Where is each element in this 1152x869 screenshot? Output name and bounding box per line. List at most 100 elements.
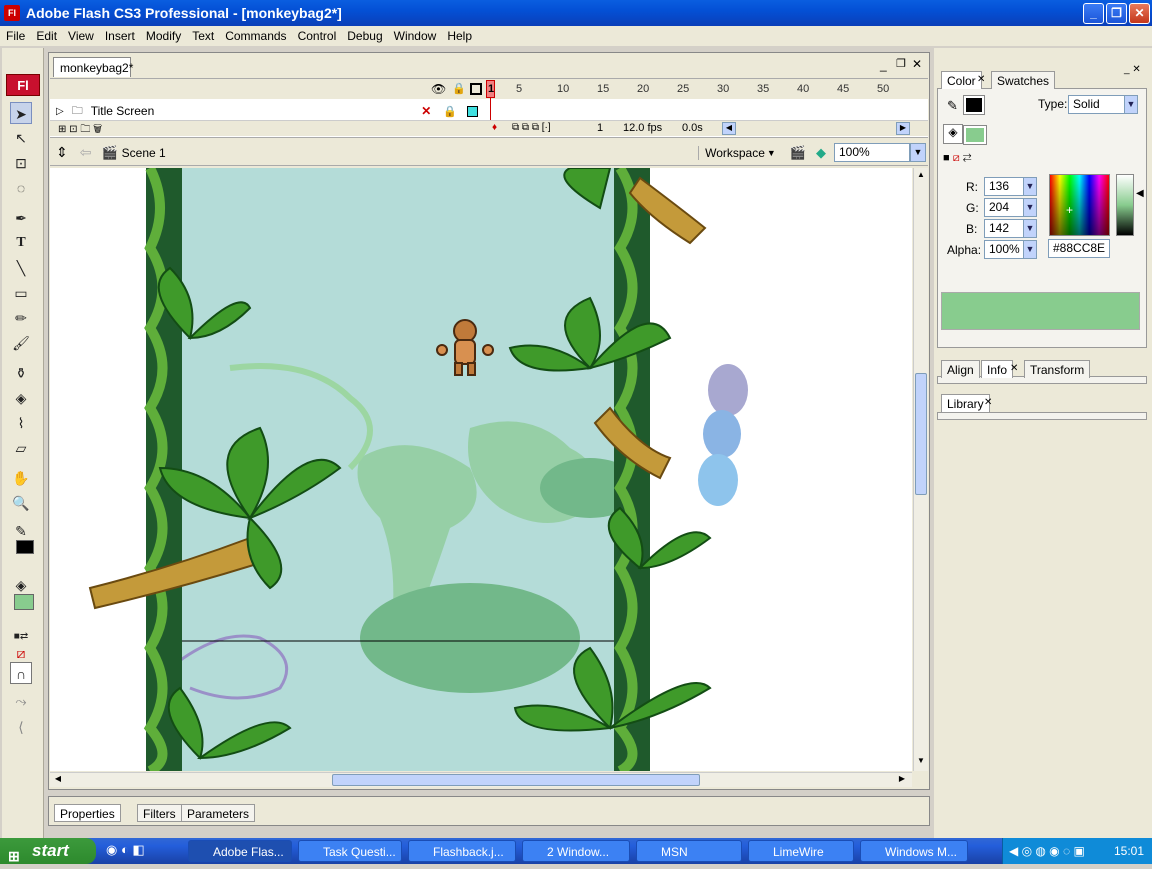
layer-row[interactable]: ▷ 🗀 Title Screen ✕ 🔒 (52, 102, 482, 120)
insert-layer-icon[interactable]: ⊞ ⊡ 🗀 🗑 (58, 122, 102, 139)
timeline-toggle-icon[interactable]: ⇕ (56, 144, 68, 161)
menu-insert[interactable]: Insert (101, 29, 139, 43)
selection-tool-icon[interactable]: ➤ (10, 102, 32, 124)
scroll-left-icon[interactable]: ◀ (52, 774, 64, 786)
menu-window[interactable]: Window (390, 29, 441, 43)
menu-help[interactable]: Help (443, 29, 476, 43)
menu-commands[interactable]: Commands (221, 29, 290, 43)
menu-edit[interactable]: Edit (32, 29, 61, 43)
brush-tool-icon[interactable]: 🖌 (10, 332, 32, 354)
tab-library[interactable]: Library (941, 394, 990, 412)
tray-icons[interactable]: ◀ ◎ ◍ ◉ ◌ ▣ (1009, 838, 1085, 864)
r-field[interactable]: 136 (984, 177, 1024, 196)
type-dropdown-icon[interactable]: ▼ (1124, 95, 1138, 114)
line-tool-icon[interactable]: ╲ (10, 257, 32, 279)
tab-color[interactable]: Color (941, 71, 982, 89)
tab-properties[interactable]: Properties (54, 804, 121, 822)
horizontal-scroll-thumb[interactable] (332, 774, 700, 786)
menu-text[interactable]: Text (188, 29, 218, 43)
zoom-dropdown-icon[interactable]: ▼ (910, 143, 926, 162)
task-adobe-flash[interactable]: Adobe Flas... (188, 840, 292, 862)
alpha-field[interactable]: 100% (984, 240, 1024, 259)
outline-icon[interactable] (470, 83, 482, 95)
workspace-menu[interactable]: Workspace (698, 145, 765, 160)
free-transform-tool-icon[interactable]: ⊡ (10, 152, 32, 174)
tab-info[interactable]: Info (981, 360, 1014, 378)
lasso-tool-icon[interactable]: ◌ (10, 177, 32, 199)
subselection-tool-icon[interactable]: ↖ (10, 127, 32, 149)
menu-modify[interactable]: Modify (142, 29, 185, 43)
tab-align[interactable]: Align (941, 360, 980, 378)
close-button[interactable]: ✕ (1129, 3, 1150, 24)
task-limewire[interactable]: LimeWire (748, 840, 854, 862)
r-dropdown-icon[interactable]: ▼ (1023, 177, 1037, 196)
color-swap-icons[interactable]: ■ ⧄ ⇄ (943, 152, 972, 165)
doc-minimize-icon[interactable]: _ (880, 58, 887, 72)
stroke-color-swatch[interactable] (16, 540, 34, 554)
task-windows-media[interactable]: Windows M... (860, 840, 968, 862)
menu-control[interactable]: Control (294, 29, 341, 43)
snap-to-objects-icon[interactable]: ∩ (10, 662, 32, 684)
scroll-up-icon[interactable]: ▲ (915, 170, 927, 182)
layer-outline-color-icon[interactable] (467, 105, 478, 117)
eyedropper-tool-icon[interactable]: ⌇ (10, 412, 32, 434)
stage-vertical-scrollbar[interactable]: ▲ ▼ (913, 168, 928, 771)
scroll-right-icon[interactable]: ▶ (896, 774, 908, 786)
close-tab-icon[interactable]: ✕ (977, 74, 985, 85)
stage-horizontal-scrollbar[interactable]: ◀ ▶ (50, 772, 912, 787)
tab-swatches[interactable]: Swatches (991, 71, 1056, 89)
layer-name[interactable]: Title Screen (91, 104, 155, 118)
g-field[interactable]: 204 (984, 198, 1024, 217)
fill-bucket-icon[interactable]: ◈ (943, 124, 963, 144)
scroll-left-icon[interactable]: ◀ (722, 122, 736, 135)
tab-parameters[interactable]: Parameters (181, 804, 256, 822)
scroll-right-icon[interactable]: ▶ (896, 122, 910, 135)
doc-restore-icon[interactable]: ❐ (896, 57, 906, 70)
ink-bottle-tool-icon[interactable]: ⚱ (10, 362, 32, 384)
stroke-swatch[interactable] (963, 95, 985, 115)
workspace-dropdown-icon[interactable]: ▼ (767, 148, 776, 158)
quick-launch-icons[interactable]: ◉ ◐ ◧ (106, 842, 145, 858)
back-arrow-icon[interactable]: ⇦ (80, 144, 92, 161)
lock-icon[interactable]: 🔒 (452, 82, 466, 95)
alpha-dropdown-icon[interactable]: ▼ (1023, 240, 1037, 259)
type-select[interactable]: Solid (1068, 95, 1126, 114)
menu-debug[interactable]: Debug (343, 29, 386, 43)
b-field[interactable]: 142 (984, 219, 1024, 238)
fill-swatch[interactable] (963, 125, 987, 145)
minimize-button[interactable]: _ (1083, 3, 1104, 24)
vertical-scroll-thumb[interactable] (915, 373, 927, 495)
zoom-field[interactable]: 100% (834, 143, 910, 162)
rectangle-tool-icon[interactable]: ▭ (10, 282, 32, 304)
brightness-marker-icon[interactable]: ◀ (1136, 188, 1144, 199)
tab-filters[interactable]: Filters (137, 804, 182, 822)
scroll-down-icon[interactable]: ▼ (915, 756, 927, 768)
layer-lock-icon[interactable]: 🔒 (443, 105, 457, 118)
zoom-tool-icon[interactable]: 🔍 (10, 492, 32, 514)
menu-view[interactable]: View (64, 29, 98, 43)
doc-close-icon[interactable]: ✕ (912, 57, 922, 71)
close-tab-icon[interactable]: ✕ (984, 397, 992, 408)
document-tab[interactable]: monkeybag2* (53, 57, 133, 77)
brightness-slider[interactable] (1116, 174, 1134, 236)
task-flashback[interactable]: Flashback.j... (408, 840, 516, 862)
no-color-icon[interactable]: ⧄ (10, 642, 32, 664)
pen-tool-icon[interactable]: ✒ (10, 207, 32, 229)
scene-name[interactable]: Scene 1 (122, 146, 166, 160)
start-button[interactable]: ⊞ start (0, 838, 96, 864)
task-msn[interactable]: MSN (636, 840, 742, 862)
hex-field[interactable]: #88CC8E (1048, 239, 1110, 258)
text-tool-icon[interactable]: T (10, 232, 32, 254)
panel-minimize-icon[interactable]: _ ✕ (1124, 64, 1141, 75)
center-frame-icon[interactable]: ♦ (492, 122, 497, 133)
paint-bucket-tool-icon[interactable]: ◈ (10, 387, 32, 409)
g-dropdown-icon[interactable]: ▼ (1023, 198, 1037, 217)
close-tab-icon[interactable]: ✕ (1010, 363, 1018, 374)
show-hide-eye-icon[interactable]: 👁 (431, 82, 446, 96)
edit-scene-icon[interactable]: 🎬 (790, 145, 806, 161)
tab-transform[interactable]: Transform (1024, 360, 1091, 378)
task-windows-group[interactable]: 2 Window... (522, 840, 630, 862)
pencil-tool-icon[interactable]: ✏ (10, 307, 32, 329)
task-questions[interactable]: Task Questi... (298, 840, 402, 862)
hidden-x-icon[interactable]: ✕ (421, 104, 431, 118)
